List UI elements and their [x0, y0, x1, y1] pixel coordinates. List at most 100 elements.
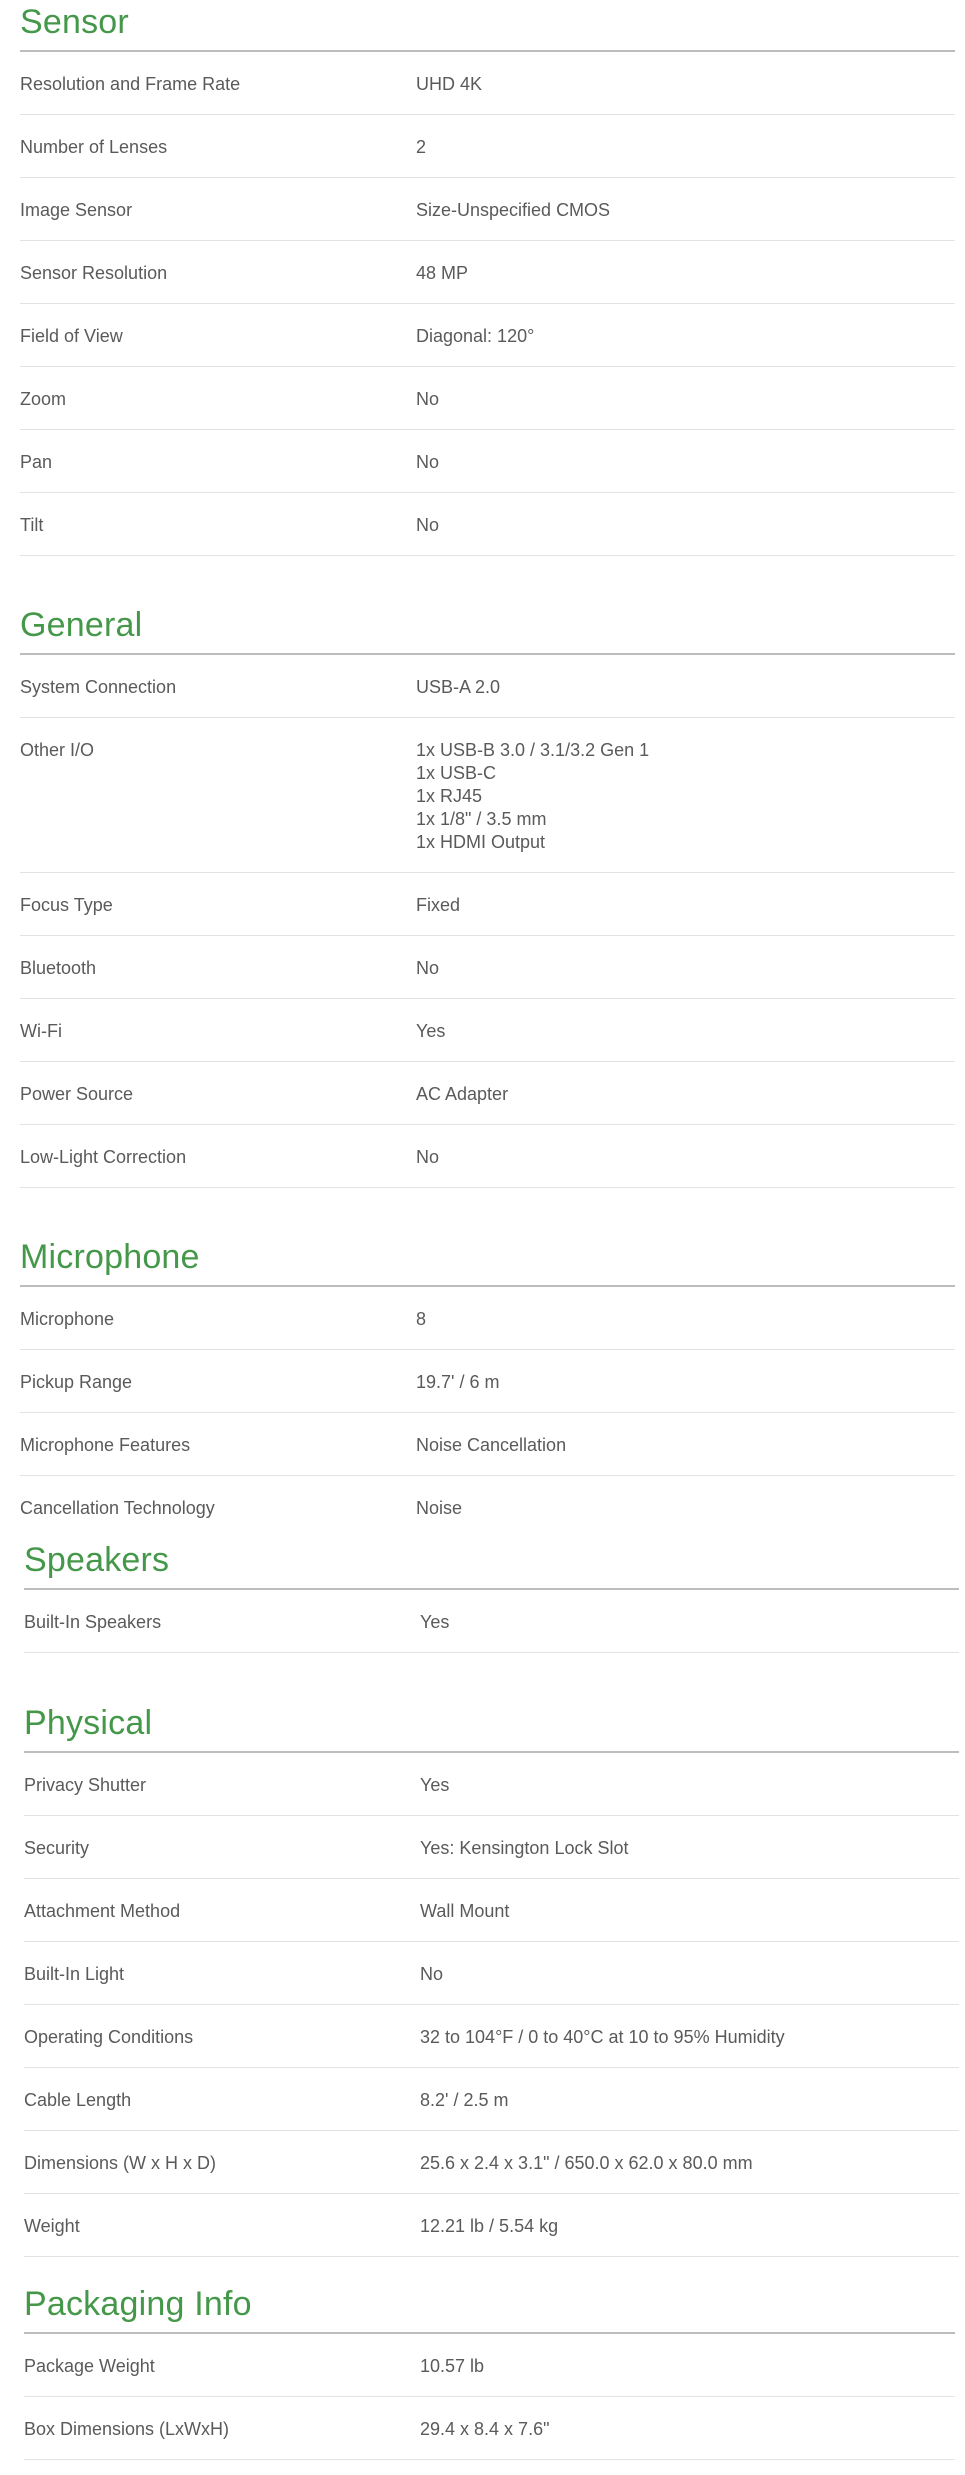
- spec-value-line: Yes: Kensington Lock Slot: [420, 1838, 629, 1858]
- spec-row: Security Yes: Kensington Lock Slot: [24, 1816, 959, 1879]
- spec-row: Power Source AC Adapter: [20, 1062, 955, 1125]
- spec-row: Built-In Light No: [24, 1942, 959, 2005]
- section-title: General: [20, 603, 955, 655]
- spec-row: Privacy Shutter Yes: [24, 1753, 959, 1816]
- spec-row: Resolution and Frame Rate UHD 4K: [20, 52, 955, 115]
- spec-row: Tilt No: [20, 493, 955, 556]
- spec-value: Noise: [416, 1497, 955, 1524]
- spec-value-line: UHD 4K: [416, 74, 483, 94]
- spec-row: Operating Conditions 32 to 104°F / 0 to …: [24, 2005, 959, 2068]
- spec-value-line: AC Adapter: [416, 1084, 509, 1104]
- section-title: Microphone: [20, 1235, 955, 1287]
- spec-label: Package Weight: [24, 2356, 155, 2376]
- spec-row: Attachment Method Wall Mount: [24, 1879, 959, 1942]
- spec-row: Focus Type Fixed: [20, 873, 955, 936]
- spec-row: Image Sensor Size-Unspecified CMOS: [20, 178, 955, 241]
- spec-label: Microphone: [20, 1309, 115, 1329]
- spec-value-line: 19.7' / 6 m: [416, 1372, 500, 1392]
- spec-label: Weight: [24, 2216, 80, 2236]
- spec-row: Low-Light Correction No: [20, 1125, 955, 1188]
- spec-value-line: 32 to 104°F / 0 to 40°C at 10 to 95% Hum…: [420, 2027, 785, 2047]
- spec-label: Pickup Range: [20, 1372, 133, 1392]
- spec-value-line: 2: [416, 137, 427, 157]
- section-title: Packaging Info: [24, 2282, 955, 2334]
- spec-value: 8.2' / 2.5 m: [420, 2089, 959, 2115]
- spec-row: Microphone Features Noise Cancellation: [20, 1413, 955, 1476]
- spec-value: 12.21 lb / 5.54 kg: [420, 2215, 959, 2241]
- spec-row: Bluetooth No: [20, 936, 955, 999]
- spec-value-line: USB-A 2.0: [416, 677, 501, 697]
- spec-value: 1x USB-B 3.0 / 3.1/3.2 Gen 1 1x USB-C 1x…: [416, 739, 955, 857]
- spec-label: Cancellation Technology: [20, 1498, 215, 1518]
- spec-value-line: No: [416, 1147, 440, 1167]
- spec-value-line: Yes: [416, 1021, 446, 1041]
- spec-label: Cable Length: [24, 2090, 132, 2110]
- spec-label: System Connection: [20, 677, 177, 697]
- spec-value: Noise Cancellation: [416, 1434, 955, 1460]
- spec-label: Dimensions (W x H x D): [24, 2153, 217, 2173]
- spec-value: Yes: [420, 1774, 959, 1800]
- spec-value: Yes: [416, 1020, 955, 1046]
- spec-value: No: [420, 1963, 959, 1989]
- spec-value-line: 12.21 lb / 5.54 kg: [420, 2216, 559, 2236]
- spec-value-line: No: [416, 958, 440, 978]
- spec-row: Built-In Speakers Yes: [24, 1590, 959, 1653]
- spec-row: Microphone 8: [20, 1287, 955, 1350]
- spec-value-line: Noise Cancellation: [416, 1435, 567, 1455]
- spec-value: Yes: Kensington Lock Slot: [420, 1837, 959, 1863]
- spec-value: 10.57 lb: [420, 2355, 955, 2381]
- spec-row: Pickup Range 19.7' / 6 m: [20, 1350, 955, 1413]
- spec-value-line: Yes: [420, 1775, 450, 1795]
- spec-value-line: 8: [416, 1309, 427, 1329]
- spec-value-line: 1x 1/8" / 3.5 mm: [416, 809, 547, 829]
- spec-value: No: [416, 451, 955, 477]
- spec-value-line: No: [420, 1964, 444, 1984]
- spec-row: Zoom No: [20, 367, 955, 430]
- spec-row: Cancellation Technology Noise: [20, 1476, 955, 1539]
- spec-label: Wi-Fi: [20, 1021, 62, 1041]
- spec-value: USB-A 2.0: [416, 676, 955, 702]
- spec-value: Fixed: [416, 894, 955, 920]
- spec-label: Box Dimensions (LxWxH): [24, 2419, 230, 2439]
- spec-value-line: Diagonal: 120°: [416, 326, 535, 346]
- spec-label: Built-In Light: [24, 1964, 125, 1984]
- spec-label: Power Source: [20, 1084, 134, 1104]
- spec-value: 32 to 104°F / 0 to 40°C at 10 to 95% Hum…: [420, 2026, 959, 2052]
- spec-value: No: [416, 1146, 955, 1172]
- spec-row: Pan No: [20, 430, 955, 493]
- spec-value-line: Fixed: [416, 895, 461, 915]
- spec-sheet-page: { "sections": [ { "title": "Sensor", "ro…: [0, 0, 965, 2475]
- spec-value: Yes: [420, 1611, 959, 1637]
- spec-value-line: 1x RJ45: [416, 786, 483, 806]
- spec-value-line: Yes: [420, 1612, 450, 1632]
- spec-value-line: 8.2' / 2.5 m: [420, 2090, 509, 2110]
- spec-label: Resolution and Frame Rate: [20, 74, 241, 94]
- spec-row: Wi-Fi Yes: [20, 999, 955, 1062]
- spec-value: Size-Unspecified CMOS: [416, 199, 955, 225]
- spec-value-line: 1x USB-B 3.0 / 3.1/3.2 Gen 1: [416, 740, 650, 760]
- spec-value: Wall Mount: [420, 1900, 959, 1926]
- spec-row: Box Dimensions (LxWxH) 29.4 x 8.4 x 7.6": [24, 2397, 955, 2460]
- spec-value-line: Noise: [416, 1498, 463, 1518]
- section-speakers: Speakers Built-In Speakers Yes: [24, 1538, 959, 1653]
- section-title: Sensor: [20, 0, 955, 52]
- spec-label: Focus Type: [20, 895, 113, 915]
- spec-row: Field of View Diagonal: 120°: [20, 304, 955, 367]
- section-general: General System Connection USB-A 2.0 Othe…: [20, 603, 955, 1188]
- spec-value-line: No: [416, 452, 440, 472]
- section-sensor: Sensor Resolution and Frame Rate UHD 4K …: [20, 0, 955, 556]
- spec-value-line: 10.57 lb: [420, 2356, 485, 2376]
- spec-value-line: 1x USB-C: [416, 763, 497, 783]
- spec-value: 19.7' / 6 m: [416, 1371, 955, 1397]
- spec-row: Package Weight 10.57 lb: [24, 2334, 955, 2397]
- spec-row: Dimensions (W x H x D) 25.6 x 2.4 x 3.1"…: [24, 2131, 959, 2194]
- spec-row: Number of Lenses 2: [20, 115, 955, 178]
- spec-value-line: Size-Unspecified CMOS: [416, 200, 611, 220]
- spec-label: Tilt: [20, 515, 44, 535]
- spec-value-line: 1x HDMI Output: [416, 832, 546, 852]
- spec-value: No: [416, 514, 955, 540]
- spec-label: Microphone Features: [20, 1435, 191, 1455]
- spec-value-line: Wall Mount: [420, 1901, 510, 1921]
- spec-label: Security: [24, 1838, 90, 1858]
- spec-label: Other I/O: [20, 740, 95, 760]
